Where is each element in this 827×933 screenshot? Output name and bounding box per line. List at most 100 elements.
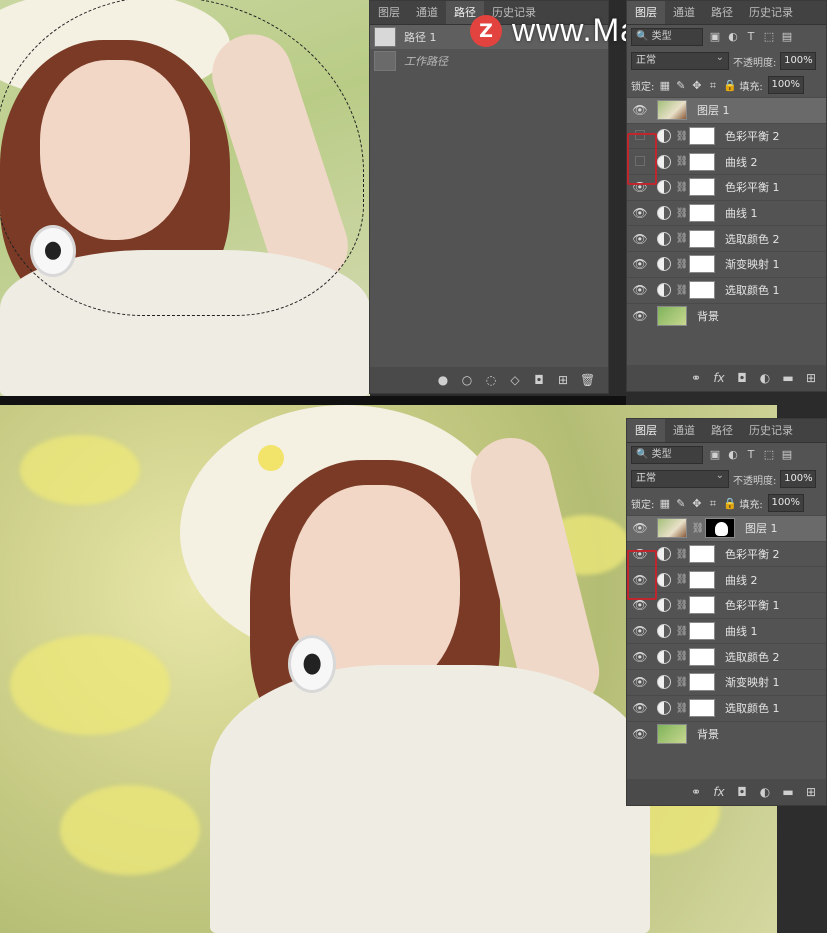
folder-icon[interactable]: ▬ — [781, 785, 795, 799]
chain-icon[interactable]: ⛓ — [675, 156, 689, 167]
layer-row[interactable]: 👁 ⛓ 图层 1 — [627, 515, 826, 541]
lock-brush-icon[interactable]: ✎ — [675, 498, 686, 509]
chain-icon[interactable]: ⛓ — [675, 574, 689, 585]
eye-icon[interactable]: 👁 — [627, 650, 653, 664]
shape-filter-icon[interactable]: ⬚ — [763, 449, 775, 461]
lock-artboard-icon[interactable]: ⌗ — [707, 498, 718, 509]
mask-icon[interactable]: ◘ — [735, 785, 749, 799]
type-filter-icon[interactable]: T — [745, 31, 757, 43]
eye-icon[interactable]: 👁 — [627, 598, 653, 612]
new-layer-icon[interactable]: ⊞ — [804, 371, 818, 385]
adjustment-icon[interactable]: ◐ — [758, 371, 772, 385]
image-filter-icon[interactable]: ▣ — [709, 31, 721, 43]
layer-mask-thumbnail[interactable] — [689, 229, 715, 248]
adjust-filter-icon[interactable]: ◐ — [727, 31, 739, 43]
new-path-icon[interactable]: ⊞ — [556, 373, 570, 387]
layer-mask-thumbnail[interactable] — [689, 570, 715, 589]
eye-icon[interactable]: 👁 — [627, 701, 653, 715]
chain-icon[interactable]: ⛓ — [675, 651, 689, 662]
folder-icon[interactable]: ▬ — [781, 371, 795, 385]
fx-icon[interactable]: fx — [712, 785, 726, 799]
mask-icon[interactable]: ◘ — [532, 373, 546, 387]
lock-transparent-icon[interactable]: ▦ — [659, 80, 670, 91]
layer-row[interactable]: 👁 ⛓ 曲线 1 — [627, 617, 826, 644]
adjust-filter-icon[interactable]: ◐ — [727, 449, 739, 461]
lock-move-icon[interactable]: ✥ — [691, 498, 702, 509]
tab-channels[interactable]: 通道 — [665, 419, 703, 442]
layer-row[interactable]: 👁 背景 — [627, 720, 826, 747]
chain-icon[interactable]: ⛓ — [675, 677, 689, 688]
chain-icon[interactable]: ⛓ — [691, 523, 705, 534]
fill-path-icon[interactable]: ● — [436, 373, 450, 387]
tab-layers[interactable]: 图层 — [370, 1, 408, 24]
lock-brush-icon[interactable]: ✎ — [675, 80, 686, 91]
adjustment-icon[interactable]: ◐ — [758, 785, 772, 799]
make-path-icon[interactable]: ◇ — [508, 373, 522, 387]
chain-icon[interactable]: ⛓ — [675, 626, 689, 637]
lock-transparent-icon[interactable]: ▦ — [659, 498, 670, 509]
layer-mask-thumbnail[interactable] — [689, 204, 715, 223]
tab-history[interactable]: 历史记录 — [741, 419, 801, 442]
filter-kind-select[interactable]: 🔍 类型 — [631, 28, 703, 46]
chain-icon[interactable]: ⛓ — [675, 131, 689, 142]
trash-icon[interactable]: 🗑 — [580, 373, 595, 387]
eye-icon[interactable]: 👁 — [627, 675, 653, 689]
layer-mask-thumbnail[interactable] — [689, 281, 715, 300]
layer-row[interactable]: 👁 ⛓ 选取颜色 2 — [627, 225, 826, 251]
layer-mask-thumbnail[interactable] — [689, 255, 715, 274]
layer-row[interactable]: 👁 背景 — [627, 302, 826, 329]
layer-thumbnail[interactable] — [657, 100, 687, 121]
smart-filter-icon[interactable]: ▤ — [781, 31, 793, 43]
link-icon[interactable]: ⚭ — [689, 371, 703, 385]
lock-artboard-icon[interactable]: ⌗ — [707, 80, 718, 91]
layer-thumbnail[interactable] — [657, 518, 687, 539]
layer-thumbnail[interactable] — [657, 723, 687, 744]
layer-mask-thumbnail[interactable] — [689, 596, 715, 615]
layer-row[interactable]: 👁 ⛓ 选取颜色 2 — [627, 643, 826, 669]
tab-layers[interactable]: 图层 — [627, 419, 665, 442]
lock-move-icon[interactable]: ✥ — [691, 80, 702, 91]
layer-mask-thumbnail[interactable] — [689, 622, 715, 641]
layer-mask-thumbnail[interactable] — [689, 673, 715, 692]
path-row-work[interactable]: 工作路径 — [370, 49, 608, 73]
chain-icon[interactable]: ⛓ — [675, 259, 689, 270]
lock-all-icon[interactable]: 🔒 — [723, 80, 737, 91]
chain-icon[interactable]: ⛓ — [675, 285, 689, 296]
layer-thumbnail[interactable] — [657, 305, 687, 326]
layer-row[interactable]: 👁 图层 1 — [627, 97, 826, 123]
lock-all-icon[interactable]: 🔒 — [723, 498, 737, 509]
tab-channels[interactable]: 通道 — [408, 1, 446, 24]
tab-channels[interactable]: 通道 — [665, 1, 703, 24]
fill-field[interactable]: 100% — [767, 76, 804, 94]
layer-mask-thumbnail[interactable] — [705, 518, 735, 539]
opacity-field[interactable]: 100% — [780, 470, 817, 488]
chain-icon[interactable]: ⛓ — [675, 549, 689, 560]
layer-row[interactable]: 👁 ⛓ 选取颜色 1 — [627, 276, 826, 303]
chain-icon[interactable]: ⛓ — [675, 703, 689, 714]
eye-icon[interactable]: 👁 — [627, 257, 653, 271]
eye-icon[interactable]: 👁 — [627, 283, 653, 297]
eye-icon[interactable]: 👁 — [627, 521, 653, 535]
selection-icon[interactable]: ◌ — [484, 373, 498, 387]
layer-mask-thumbnail[interactable] — [689, 178, 715, 197]
eye-icon[interactable]: 👁 — [627, 727, 653, 741]
eye-icon[interactable]: 👁 — [627, 232, 653, 246]
fx-icon[interactable]: fx — [712, 371, 726, 385]
eye-icon[interactable]: 👁 — [627, 206, 653, 220]
blend-mode-select[interactable]: 正常 — [631, 468, 729, 488]
link-icon[interactable]: ⚭ — [689, 785, 703, 799]
smart-filter-icon[interactable]: ▤ — [781, 449, 793, 461]
tab-history[interactable]: 历史记录 — [741, 1, 801, 24]
chain-icon[interactable]: ⛓ — [675, 600, 689, 611]
eye-icon[interactable]: 👁 — [627, 103, 653, 117]
image-filter-icon[interactable]: ▣ — [709, 449, 721, 461]
opacity-field[interactable]: 100% — [780, 52, 817, 70]
layer-mask-thumbnail[interactable] — [689, 647, 715, 666]
chain-icon[interactable]: ⛓ — [675, 233, 689, 244]
filter-kind-select[interactable]: 🔍 类型 — [631, 446, 703, 464]
tab-paths[interactable]: 路径 — [703, 1, 741, 24]
fill-field[interactable]: 100% — [767, 494, 804, 512]
tab-layers[interactable]: 图层 — [627, 1, 665, 24]
layer-row[interactable]: 👁 ⛓ 渐变映射 1 — [627, 669, 826, 695]
layer-row[interactable]: 👁 ⛓ 选取颜色 1 — [627, 694, 826, 721]
